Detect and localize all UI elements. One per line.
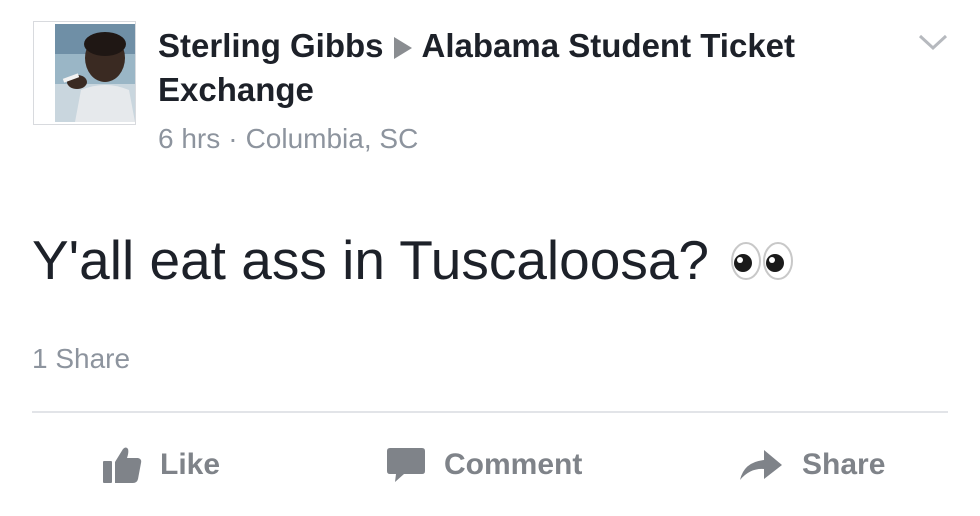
share-to-arrow-icon <box>393 37 412 59</box>
thumbs-up-icon <box>103 447 142 483</box>
eyes-emoji-icon <box>731 242 794 280</box>
author-name[interactable]: Sterling Gibbs <box>158 27 384 64</box>
post-header: Sterling Gibbs Alabama Student Ticket Exc… <box>158 24 898 112</box>
divider <box>32 411 948 413</box>
profile-photo <box>55 24 135 122</box>
chevron-down-icon[interactable] <box>918 32 948 52</box>
share-button[interactable]: Share <box>738 440 885 490</box>
comment-button[interactable]: Comment <box>386 440 582 490</box>
comment-label: Comment <box>444 448 583 481</box>
post-body: Y'all eat ass in Tuscaloosa? <box>32 226 796 294</box>
comment-icon <box>387 448 425 482</box>
like-label: Like <box>160 448 221 481</box>
share-label: Share <box>802 448 886 481</box>
post-time[interactable]: 6 hrs <box>158 123 220 154</box>
share-count[interactable]: 1 Share <box>32 340 130 378</box>
meta-separator: · <box>228 123 238 154</box>
facebook-post: Sterling Gibbs Alabama Student Ticket Exc… <box>0 0 980 516</box>
post-meta: 6 hrs · Columbia, SC <box>158 120 418 158</box>
avatar[interactable] <box>33 21 136 125</box>
post-location[interactable]: Columbia, SC <box>246 123 419 154</box>
post-text: Y'all eat ass in Tuscaloosa? <box>32 229 709 291</box>
share-arrow-icon <box>740 450 782 480</box>
like-button[interactable]: Like <box>102 440 220 490</box>
